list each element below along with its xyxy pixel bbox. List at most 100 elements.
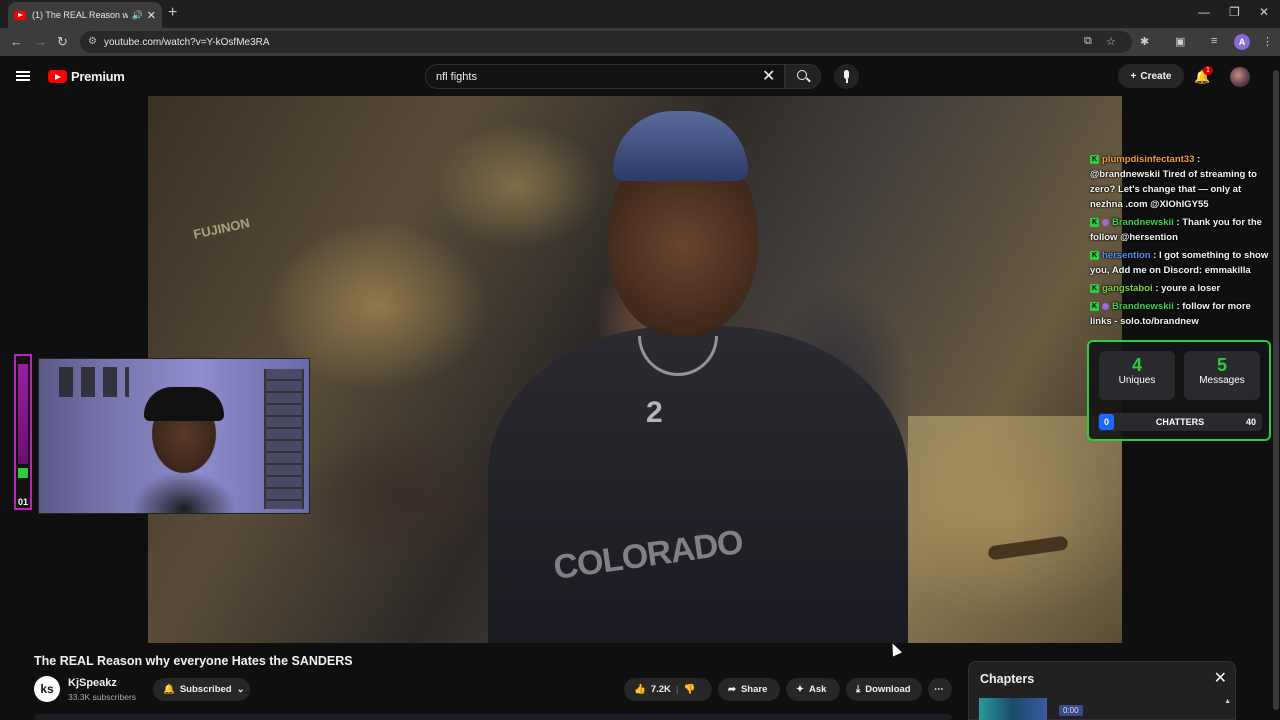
- camera-brand-text: FUJINON: [192, 215, 251, 242]
- media-control-icon[interactable]: ≡: [1211, 35, 1217, 47]
- streamer-webcam: [38, 358, 310, 514]
- back-icon[interactable]: ←: [10, 34, 23, 49]
- more-actions-button[interactable]: ⋯: [928, 678, 952, 701]
- notification-badge: 1: [1203, 66, 1213, 75]
- chat-badge-icon: [1102, 218, 1109, 226]
- ask-label: Ask: [808, 684, 827, 695]
- kick-badge-icon: K: [1090, 301, 1099, 311]
- hamburger-menu-icon[interactable]: [16, 71, 30, 81]
- channel-subscribers: 33.3K subscribers: [68, 692, 137, 702]
- download-button[interactable]: ⤓ Download: [846, 678, 922, 701]
- chat-username: gangstaboi: [1102, 283, 1153, 294]
- video-title: The REAL Reason why everyone Hates the S…: [34, 654, 353, 668]
- divider: |: [675, 684, 679, 695]
- reload-icon[interactable]: ↻: [57, 34, 68, 50]
- chat-message: Kplumpdisinfectant33 : @brandnewskii Tir…: [1090, 152, 1272, 212]
- search-button[interactable]: [785, 64, 821, 89]
- chat-username: plumpdisinfectant33: [1102, 154, 1195, 165]
- kick-badge-icon: K: [1090, 217, 1099, 227]
- chatters-right-value: 40: [1245, 417, 1256, 427]
- kick-badge-icon: K: [1090, 154, 1099, 164]
- create-button[interactable]: + Create: [1118, 64, 1184, 88]
- chatters-label: CHATTERS: [1155, 417, 1205, 427]
- youtube-header: Premium nfl fights ✕ + Create 🔔 1: [0, 56, 1280, 96]
- uniques-stat: 4 Uniques: [1099, 351, 1175, 400]
- audio-meter: 01: [14, 354, 32, 510]
- messages-stat: 5 Messages: [1184, 351, 1260, 400]
- subject-cap: [613, 111, 748, 181]
- sparkle-icon: ✦: [796, 684, 804, 695]
- audio-meter-indicator: [18, 468, 28, 478]
- car-door-region: [908, 416, 1122, 643]
- side-panel-icon[interactable]: ▣: [1175, 35, 1185, 48]
- chat-message: Kgangstaboi : youre a loser: [1090, 281, 1272, 296]
- chat-username: Brandnewskii: [1112, 217, 1174, 228]
- plus-icon: +: [1130, 70, 1137, 82]
- dislike-icon[interactable]: 👎: [684, 684, 696, 695]
- download-label: Download: [865, 684, 911, 695]
- new-tab-button[interactable]: +: [168, 4, 177, 22]
- messages-value: 5: [1216, 355, 1227, 375]
- kick-badge-icon: K: [1090, 250, 1099, 260]
- forward-icon[interactable]: →: [34, 34, 47, 49]
- uniques-value: 4: [1131, 355, 1142, 375]
- url-field[interactable]: ⚙ youtube.com/watch?v=Y-kOsfMe3RA: [80, 31, 1132, 53]
- subscribed-button[interactable]: 🔔 Subscribed ⌄: [153, 678, 250, 701]
- download-icon: ⤓: [856, 684, 861, 695]
- bookmark-star-icon[interactable]: ☆: [1106, 35, 1116, 48]
- chat-message: K Brandnewskii : follow for more links - …: [1090, 299, 1272, 329]
- description-box-edge: [34, 714, 952, 720]
- ask-button[interactable]: ✦ Ask: [786, 678, 840, 701]
- search-input[interactable]: nfl fights: [425, 64, 785, 89]
- minimize-icon[interactable]: —: [1198, 5, 1210, 19]
- like-count[interactable]: 7.2K: [651, 684, 671, 695]
- install-app-icon[interactable]: ⧉: [1084, 35, 1092, 48]
- restore-icon[interactable]: ❐: [1229, 5, 1240, 19]
- site-info-icon[interactable]: ⚙: [88, 36, 97, 47]
- window-close-icon[interactable]: ✕: [1259, 5, 1269, 19]
- channel-avatar[interactable]: ks: [34, 676, 60, 702]
- youtube-favicon-icon: [14, 10, 26, 20]
- create-label: Create: [1140, 70, 1172, 82]
- browser-menu-icon[interactable]: ⋮: [1262, 35, 1273, 48]
- youtube-play-icon: [48, 70, 67, 83]
- chapters-scroll-up-icon[interactable]: ▲: [1224, 698, 1231, 705]
- clear-search-icon[interactable]: ✕: [762, 66, 775, 86]
- chapter-timestamp[interactable]: 0:00: [1059, 705, 1083, 716]
- user-avatar[interactable]: [1230, 67, 1250, 87]
- extensions-icon[interactable]: ✱: [1140, 35, 1149, 48]
- speaker-icon[interactable]: 🔊: [132, 10, 143, 21]
- tab-close-icon[interactable]: ✕: [147, 9, 156, 22]
- subject-body: [488, 326, 908, 643]
- browser-tab[interactable]: (1) The REAL Reason why e... 🔊 ✕: [8, 2, 162, 28]
- bell-icon: 🔔: [163, 684, 175, 695]
- chapters-panel: Chapters ✕ 0:00 ▲: [968, 661, 1236, 720]
- share-button[interactable]: ➦ Share: [718, 678, 780, 701]
- scrollbar-thumb[interactable]: [1273, 70, 1279, 710]
- chat-text: : youre a loser: [1152, 283, 1221, 294]
- search-value: nfl fights: [436, 70, 477, 83]
- youtube-logo[interactable]: Premium: [48, 69, 125, 84]
- tab-title: (1) The REAL Reason why e...: [32, 10, 128, 20]
- page-scrollbar[interactable]: [1272, 62, 1280, 720]
- like-icon[interactable]: 👍: [634, 684, 646, 695]
- chapters-heading: Chapters: [980, 672, 1035, 686]
- channel-name[interactable]: KjSpeakz: [68, 677, 117, 689]
- subscribed-label: Subscribed: [179, 684, 232, 695]
- browser-profile-avatar[interactable]: A: [1234, 34, 1250, 50]
- chapter-thumbnail[interactable]: [979, 698, 1047, 720]
- voice-search-mic-icon[interactable]: [834, 64, 859, 89]
- wall-frames: [59, 367, 129, 397]
- chevron-down-icon: ⌄: [236, 684, 245, 695]
- streamer-beanie: [144, 387, 224, 421]
- stream-chat-overlay: Kplumpdisinfectant33 : @brandnewskii Tir…: [1090, 152, 1272, 332]
- share-label: Share: [740, 684, 768, 695]
- chat-badge-icon: [1102, 302, 1109, 310]
- audio-meter-fill: [18, 364, 28, 464]
- search-icon: [797, 70, 807, 80]
- jersey-number: 2: [646, 396, 663, 429]
- uniques-label: Uniques: [1118, 375, 1156, 386]
- chat-message: K Brandnewskii : Thank you for the follow…: [1090, 215, 1272, 245]
- more-horizontal-icon: ⋯: [934, 684, 944, 695]
- chapters-close-icon[interactable]: ✕: [1214, 668, 1227, 688]
